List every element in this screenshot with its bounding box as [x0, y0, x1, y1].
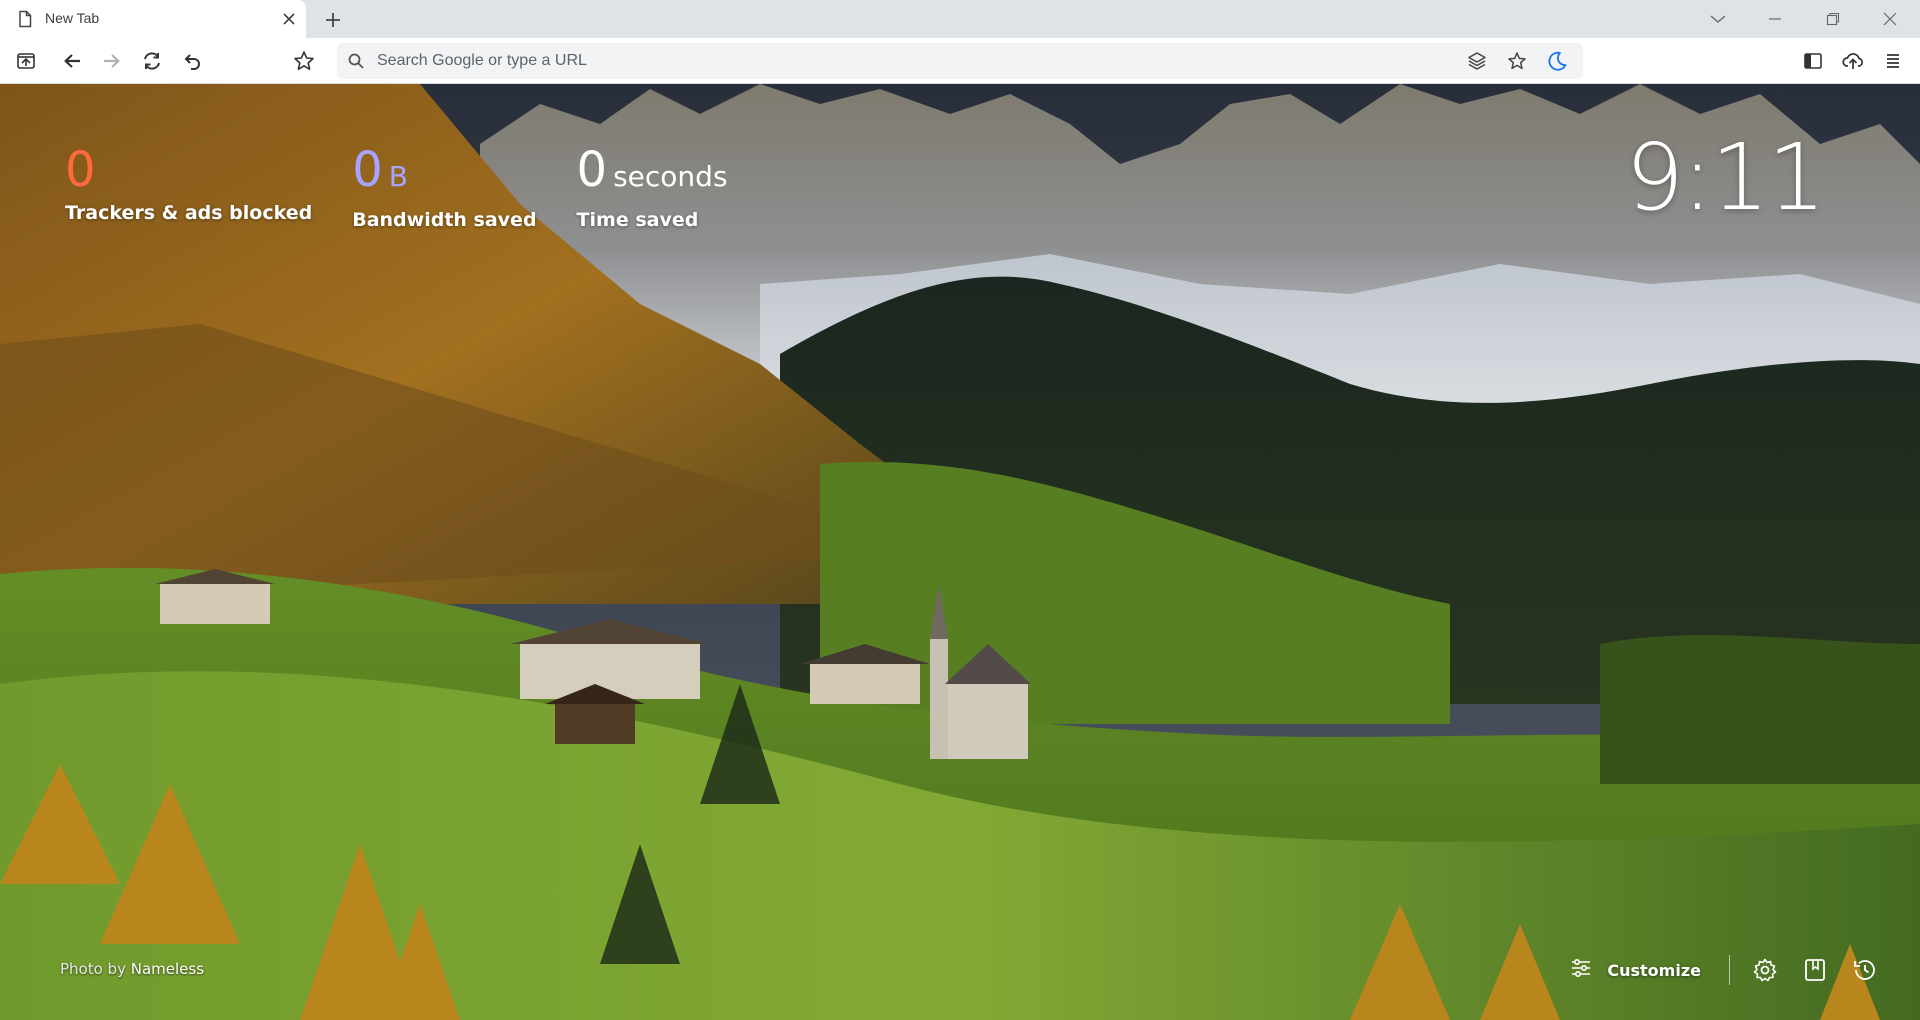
tab-title: New Tab [45, 10, 100, 26]
photo-credit-author[interactable]: Nameless [131, 960, 204, 978]
window-close-icon[interactable] [1875, 6, 1905, 32]
search-icon [347, 52, 365, 70]
layers-icon[interactable] [1464, 48, 1490, 74]
chevron-down-icon[interactable] [1703, 6, 1733, 32]
back-icon[interactable] [58, 47, 86, 75]
sidebar-icon[interactable] [1799, 47, 1827, 75]
history-icon[interactable] [1850, 955, 1880, 985]
page-icon [16, 10, 34, 28]
stat-time: 0 seconds Time saved [577, 142, 728, 231]
divider [1729, 955, 1730, 985]
close-icon[interactable] [279, 9, 299, 29]
stat-time-label: Time saved [576, 209, 699, 231]
stat-bandwidth: 0B Bandwidth saved [352, 142, 536, 231]
cloud-upload-icon[interactable] [1839, 47, 1867, 75]
stat-bandwidth-unit: B [388, 160, 408, 193]
stat-bandwidth-label: Bandwidth saved [352, 209, 537, 231]
star-icon[interactable] [1504, 48, 1530, 74]
customize-button[interactable]: Customize [1569, 956, 1701, 985]
toolbar [0, 38, 1920, 84]
stat-time-value: 0 [576, 142, 608, 198]
tab-strip: New Tab [0, 0, 1920, 38]
new-tab-page: 0 Trackers & ads blocked 0B Bandwidth sa… [0, 84, 1920, 1020]
tab-new-tab[interactable]: New Tab [0, 0, 306, 38]
minimize-icon[interactable] [1760, 6, 1790, 32]
address-bar[interactable] [337, 43, 1583, 79]
sliders-icon [1569, 956, 1593, 985]
photo-credit-prefix: Photo by [60, 960, 126, 978]
search-input[interactable] [377, 43, 1377, 79]
stat-trackers-value: 0 [65, 142, 96, 198]
bookmark-icon[interactable] [1800, 955, 1830, 985]
undo-icon[interactable] [178, 47, 206, 75]
menu-icon[interactable] [1879, 47, 1907, 75]
restore-icon[interactable] [1818, 6, 1848, 32]
star-outline-icon[interactable] [290, 47, 318, 75]
stat-time-unit: seconds [613, 160, 728, 193]
clock: 9:11 [1625, 124, 1826, 231]
customize-label: Customize [1607, 960, 1701, 980]
stat-trackers: 0 Trackers & ads blocked [65, 142, 312, 231]
bottom-toolbar: Customize [1569, 950, 1880, 990]
reload-icon[interactable] [138, 47, 166, 75]
moon-icon[interactable] [1544, 48, 1570, 74]
forward-icon[interactable] [98, 47, 126, 75]
gear-icon[interactable] [1750, 955, 1780, 985]
stat-bandwidth-value: 0 [352, 142, 383, 198]
stat-trackers-label: Trackers & ads blocked [65, 202, 313, 224]
stats-widget: 0 Trackers & ads blocked 0B Bandwidth sa… [65, 142, 768, 231]
tab-sidebar-icon[interactable] [12, 47, 40, 75]
photo-credit: Photo by Nameless [60, 960, 204, 978]
plus-icon[interactable] [321, 8, 345, 32]
